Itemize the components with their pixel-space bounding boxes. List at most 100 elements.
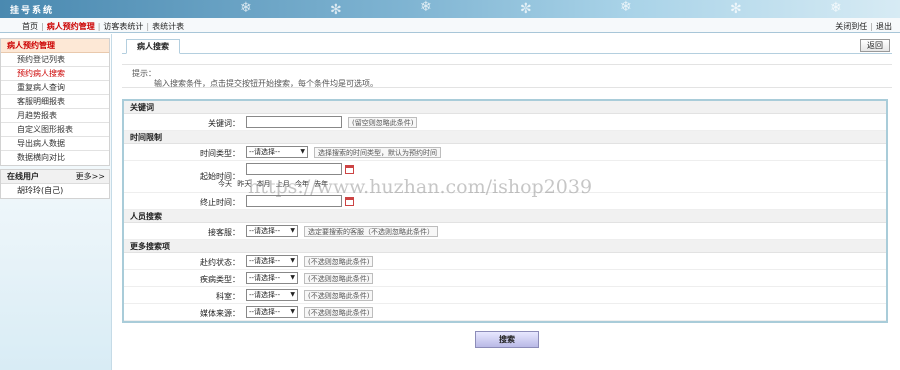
hint-title: 提示： [132, 69, 156, 78]
staff-label: 接客服： [208, 228, 240, 237]
row-disease-type: 疾病类型： --请选择-- ▼ (不选则忽略此条件) [124, 270, 886, 287]
snowflake-icon: ❄ [830, 0, 842, 16]
nav-menu: 首页 | 病人预约管理 | 访客表统计 | 表统计表 [22, 22, 185, 31]
sidebar-item-export-data[interactable]: 导出病人数据 [1, 137, 109, 151]
calendar-icon[interactable] [345, 164, 354, 174]
logout-link[interactable]: 退出 [876, 22, 892, 31]
keyword-input[interactable] [246, 116, 342, 128]
nav-item-table-stats[interactable]: 表统计表 [152, 22, 184, 31]
row-end-time: 终止时间： [124, 193, 886, 210]
media-source-note: (不选则忽略此条件) [304, 306, 374, 318]
time-type-value: --请选择-- [249, 148, 281, 156]
sidebar-item-custom-chart[interactable]: 自定义图形报表 [1, 123, 109, 137]
snowflake-icon: ✼ [520, 1, 532, 17]
sidebar-item-duplicate-query[interactable]: 重复病人查询 [1, 81, 109, 95]
row-department: 科室： --请选择-- ▼ (不选则忽略此条件) [124, 287, 886, 304]
disease-type-label: 疾病类型： [200, 275, 240, 284]
section-time: 时间限制 [124, 131, 886, 144]
time-type-label: 时间类型： [200, 149, 240, 158]
search-form: 关键词 关键词： (留空则忽略此条件) 时间限制 时间类型： --请选择-- ▼ 选… [122, 99, 888, 323]
staff-select[interactable]: --请选择-- ▼ [246, 225, 298, 237]
staff-value: --请选择-- [249, 227, 281, 235]
calendar-icon[interactable] [345, 196, 354, 206]
media-source-value: --请选择-- [249, 308, 281, 316]
sidebar: 病人预约管理 预约登记列表 预约病人搜索 重复病人查询 客服明细报表 月趋势报表… [0, 34, 112, 370]
snowflake-icon: ✻ [330, 2, 342, 18]
visit-status-select[interactable]: --请选择-- ▼ [246, 255, 298, 267]
search-button-wrap: 搜索 [122, 331, 892, 348]
row-time-type: 时间类型： --请选择-- ▼ 选择搜索的时间类型，默认为预约时间 [124, 144, 886, 161]
department-note: (不选则忽略此条件) [304, 289, 374, 301]
quick-last-month[interactable]: 上月 [276, 180, 290, 188]
time-type-select[interactable]: --请选择-- ▼ [246, 146, 308, 158]
staff-note: 选定要搜索的客服（不选则忽略此条件） [304, 225, 438, 237]
department-value: --请选择-- [249, 291, 281, 299]
keyword-note: (留空则忽略此条件) [348, 116, 418, 128]
start-time-input[interactable] [246, 163, 342, 175]
sidebar-item-monthly-report[interactable]: 月趋势报表 [1, 109, 109, 123]
snowflake-icon: ❄ [620, 0, 632, 15]
end-time-label: 终止时间： [200, 198, 240, 207]
chevron-down-icon: ▼ [290, 308, 295, 315]
nav-bar: 首页 | 病人预约管理 | 访客表统计 | 表统计表 关闭到任 | 退出 [0, 18, 900, 33]
online-users-header: 在线用户 更多>> [1, 170, 109, 184]
online-user: 胡玲玲(自己) [17, 186, 64, 195]
department-label: 科室： [216, 292, 240, 301]
nav-item-patients[interactable]: 病人预约管理 [47, 22, 95, 31]
sidebar-item-patient-search[interactable]: 预约病人搜索 [1, 67, 109, 81]
tab-row: 病人搜索 返回 [122, 38, 892, 54]
time-type-note: 选择搜索的时间类型，默认为预约时间 [314, 146, 441, 158]
end-time-input[interactable] [246, 195, 342, 207]
snowflake-icon: ✻ [730, 1, 742, 17]
sidebar-item-service-report[interactable]: 客服明细报表 [1, 95, 109, 109]
row-visit-status: 赴约状态： --请选择-- ▼ (不选则忽略此条件) [124, 253, 886, 270]
snowflake-icon: ❄ [240, 0, 252, 16]
section-more: 更多搜索项 [124, 240, 886, 253]
department-select[interactable]: --请选择-- ▼ [246, 289, 298, 301]
section-staff: 人员搜索 [124, 210, 886, 223]
quick-last-year[interactable]: 去年 [314, 180, 328, 188]
nav-right: 关闭到任 | 退出 [835, 22, 892, 31]
sidebar-menu-title: 病人预约管理 [1, 39, 109, 53]
hint-box: 提示： 输入搜索条件，点击提交按钮开始搜索，每个条件均是可选项。 [122, 64, 892, 88]
visit-status-note: (不选则忽略此条件) [304, 255, 374, 267]
row-start-time: 起始时间： 今天 昨天 本月 上月 今年 去年 [124, 161, 886, 193]
quick-yesterday[interactable]: 昨天 [237, 180, 251, 188]
chevron-down-icon: ▼ [290, 291, 295, 298]
chevron-down-icon: ▼ [300, 148, 305, 155]
keyword-label: 关键词： [208, 119, 240, 128]
quick-this-month[interactable]: 本月 [256, 180, 270, 188]
disease-type-value: --请选择-- [249, 274, 281, 282]
main-content: 病人搜索 返回 提示： 输入搜索条件，点击提交按钮开始搜索，每个条件均是可选项。… [122, 38, 892, 348]
quick-today[interactable]: 今天 [218, 180, 232, 188]
nav-item-visitor-stats[interactable]: 访客表统计 [103, 22, 143, 31]
chevron-down-icon: ▼ [290, 227, 295, 234]
search-button[interactable]: 搜索 [475, 331, 539, 348]
app-title: 挂号系统 [10, 6, 55, 16]
disease-type-note: (不选则忽略此条件) [304, 272, 374, 284]
disease-type-select[interactable]: --请选择-- ▼ [246, 272, 298, 284]
row-media-source: 媒体来源： --请选择-- ▼ (不选则忽略此条件) [124, 304, 886, 321]
nav-item-home[interactable]: 首页 [22, 22, 38, 31]
close-link[interactable]: 关闭到任 [835, 22, 867, 31]
chevron-down-icon: ▼ [290, 257, 295, 264]
online-users-panel: 在线用户 更多>> 胡玲玲(自己) [0, 169, 110, 199]
visit-status-value: --请选择-- [249, 257, 281, 265]
media-source-label: 媒体来源： [200, 309, 240, 318]
sidebar-item-compare[interactable]: 数据横向对比 [1, 151, 109, 165]
chevron-down-icon: ▼ [290, 274, 295, 281]
snowflake-icon: ❄ [420, 0, 432, 15]
quick-date-links: 今天 昨天 本月 上月 今年 去年 [218, 179, 331, 189]
sidebar-menu: 病人预约管理 预约登记列表 预约病人搜索 重复病人查询 客服明细报表 月趋势报表… [0, 38, 110, 166]
media-source-select[interactable]: --请选择-- ▼ [246, 306, 298, 318]
back-button[interactable]: 返回 [860, 39, 890, 52]
more-link[interactable]: 更多>> [76, 170, 105, 184]
tab-patient-search[interactable]: 病人搜索 [126, 39, 180, 54]
row-staff: 接客服： --请选择-- ▼ 选定要搜索的客服（不选则忽略此条件） [124, 223, 886, 240]
row-keyword: 关键词： (留空则忽略此条件) [124, 114, 886, 131]
quick-this-year[interactable]: 今年 [295, 180, 309, 188]
visit-status-label: 赴约状态： [200, 258, 240, 267]
hint-text: 输入搜索条件，点击提交按钮开始搜索，每个条件均是可选项。 [154, 79, 378, 88]
top-banner: 挂号系统 ❄ ✻ ❄ ✼ ❄ ✻ ❄ [0, 0, 900, 18]
sidebar-item-booking-list[interactable]: 预约登记列表 [1, 53, 109, 67]
